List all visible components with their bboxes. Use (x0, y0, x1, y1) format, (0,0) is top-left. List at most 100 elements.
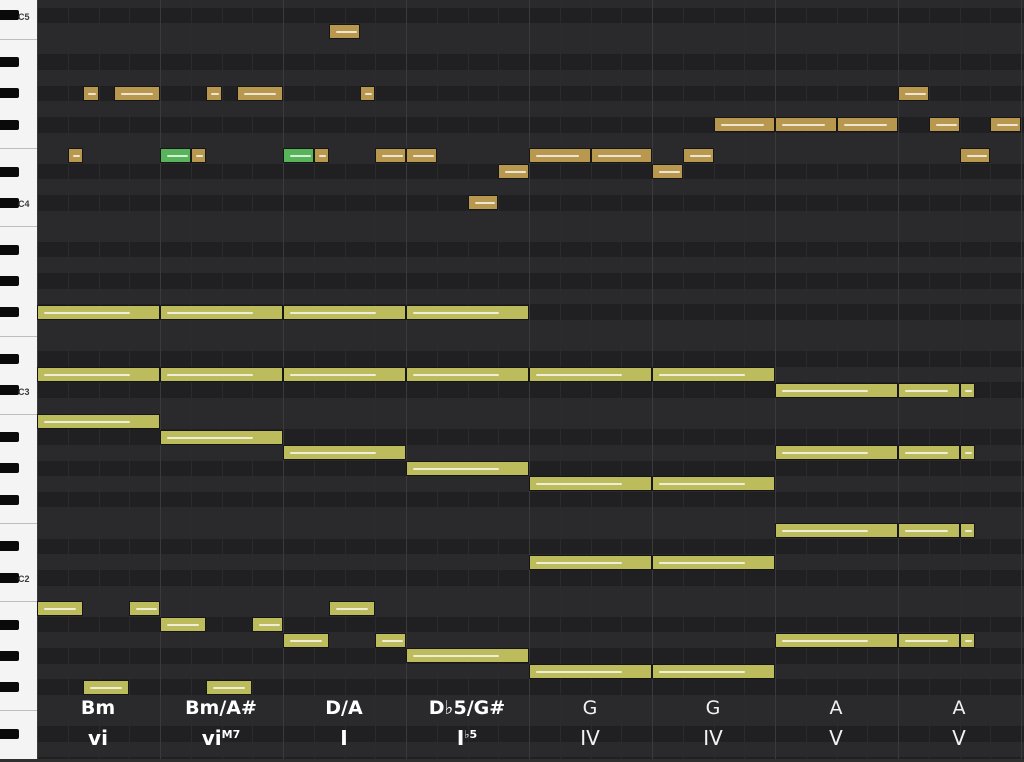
note[interactable] (329, 601, 376, 617)
note[interactable] (160, 367, 283, 383)
note[interactable] (652, 367, 775, 383)
roman-numeral: viM7 (160, 726, 282, 750)
note[interactable] (775, 117, 837, 133)
black-key[interactable] (0, 57, 19, 68)
black-key[interactable] (0, 354, 19, 365)
note[interactable] (83, 85, 99, 101)
beat-line (959, 0, 961, 762)
black-key[interactable] (0, 244, 19, 255)
note[interactable] (959, 632, 975, 648)
note[interactable] (713, 117, 775, 133)
note[interactable] (37, 601, 84, 617)
note[interactable] (252, 617, 283, 633)
note-velocity-mark (167, 311, 254, 314)
note[interactable] (206, 679, 253, 695)
note[interactable] (498, 164, 529, 180)
piano-keyboard[interactable]: C5 C4 C3 C2 (0, 0, 38, 762)
note[interactable] (529, 148, 591, 164)
note[interactable] (529, 663, 652, 679)
note[interactable] (898, 632, 960, 648)
black-key[interactable] (0, 385, 19, 396)
black-key[interactable] (0, 432, 19, 443)
grid-row (37, 23, 1024, 40)
note[interactable] (406, 367, 529, 383)
note[interactable] (160, 429, 283, 445)
black-key[interactable] (0, 10, 19, 21)
note[interactable] (775, 445, 898, 461)
note-velocity-mark (413, 467, 500, 470)
note[interactable] (375, 632, 406, 648)
note-selected[interactable] (283, 148, 314, 164)
note[interactable] (160, 617, 207, 633)
note-selected[interactable] (160, 148, 191, 164)
note[interactable] (959, 382, 975, 398)
note[interactable] (836, 117, 898, 133)
note-velocity-mark (782, 452, 869, 455)
note[interactable] (959, 148, 991, 164)
note[interactable] (329, 23, 360, 39)
note[interactable] (775, 523, 898, 539)
note[interactable] (652, 476, 775, 492)
roman-numeral-base: V (952, 726, 966, 750)
black-key[interactable] (0, 682, 19, 693)
note[interactable] (406, 148, 437, 164)
black-key[interactable] (0, 572, 19, 583)
black-key[interactable] (0, 619, 19, 630)
black-key[interactable] (0, 541, 19, 552)
note[interactable] (283, 304, 406, 320)
note[interactable] (898, 445, 960, 461)
roman-numeral: IV (652, 726, 774, 750)
note[interactable] (283, 367, 406, 383)
black-key[interactable] (0, 728, 19, 739)
note[interactable] (652, 663, 775, 679)
note[interactable] (67, 148, 84, 164)
note[interactable] (206, 85, 222, 101)
note[interactable] (898, 85, 929, 101)
black-key[interactable] (0, 275, 19, 286)
note-velocity-mark (659, 483, 746, 486)
black-key[interactable] (0, 88, 19, 99)
note[interactable] (283, 445, 406, 461)
note[interactable] (529, 554, 652, 570)
note[interactable] (898, 382, 960, 398)
note[interactable] (590, 148, 652, 164)
note[interactable] (682, 148, 714, 164)
note[interactable] (37, 367, 160, 383)
note[interactable] (406, 460, 529, 476)
beat-line (867, 0, 869, 762)
note[interactable] (898, 523, 960, 539)
note[interactable] (529, 476, 652, 492)
black-key[interactable] (0, 463, 19, 474)
black-key[interactable] (0, 650, 19, 661)
note[interactable] (160, 304, 283, 320)
note[interactable] (990, 117, 1021, 133)
note[interactable] (83, 679, 130, 695)
black-key[interactable] (0, 166, 19, 177)
note[interactable] (313, 148, 330, 164)
note[interactable] (359, 85, 376, 101)
note[interactable] (113, 85, 160, 101)
note[interactable] (467, 195, 499, 211)
note[interactable] (37, 414, 160, 429)
note[interactable] (236, 85, 283, 101)
black-key[interactable] (0, 119, 19, 130)
black-key[interactable] (0, 494, 19, 505)
note[interactable] (406, 304, 529, 320)
chord-name: A (829, 697, 843, 719)
note[interactable] (283, 632, 330, 648)
note[interactable] (775, 632, 898, 648)
note[interactable] (375, 148, 406, 164)
note[interactable] (652, 554, 775, 570)
note[interactable] (190, 148, 207, 164)
note[interactable] (129, 601, 160, 617)
note[interactable] (406, 648, 529, 664)
note[interactable] (775, 382, 898, 398)
note[interactable] (37, 304, 160, 320)
black-key[interactable] (0, 197, 19, 208)
note[interactable] (928, 117, 960, 133)
note[interactable] (959, 445, 975, 461)
black-key[interactable] (0, 307, 19, 318)
note[interactable] (959, 523, 975, 539)
note[interactable] (529, 367, 652, 383)
note[interactable] (652, 164, 683, 180)
